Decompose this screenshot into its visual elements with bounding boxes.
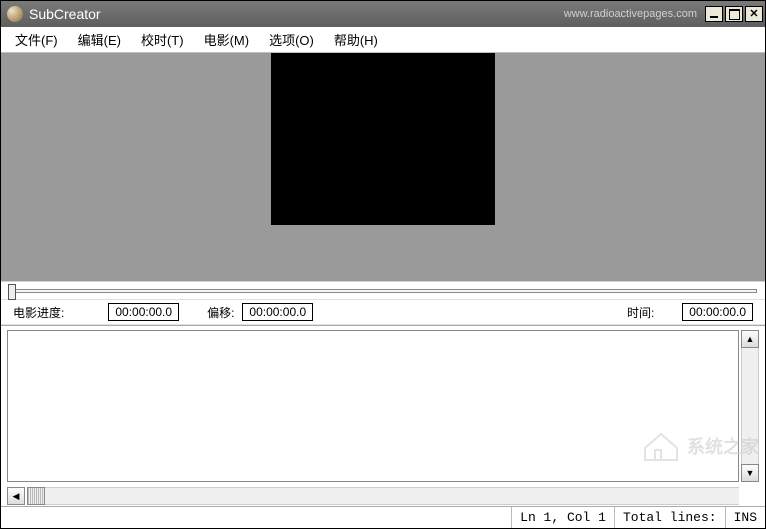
timeline-slider-row — [1, 281, 765, 299]
movie-progress-field[interactable]: 00:00:00.0 — [108, 303, 179, 321]
titlebar-url: www.radioactivepages.com — [564, 8, 697, 20]
statusbar: Ln 1, Col 1 Total lines: INS — [1, 506, 765, 528]
titlebar: SubCreator www.radioactivepages.com — [1, 1, 765, 27]
info-row: 电影进度: 00:00:00.0 偏移: 00:00:00.0 时间: 00:0… — [1, 299, 765, 325]
app-window: SubCreator www.radioactivepages.com 文件(F… — [0, 0, 766, 529]
app-title: SubCreator — [29, 6, 101, 22]
scroll-up-icon[interactable]: ▲ — [741, 330, 759, 348]
scroll-down-icon[interactable]: ▼ — [741, 464, 759, 482]
hscroll-track[interactable] — [45, 487, 739, 505]
menu-options[interactable]: 选项(O) — [259, 26, 324, 53]
video-frame — [271, 53, 495, 225]
app-icon — [7, 6, 23, 22]
movie-progress-label: 电影进度: — [13, 304, 64, 321]
offset-field[interactable]: 00:00:00.0 — [242, 303, 313, 321]
offset-label: 偏移: — [207, 304, 234, 321]
status-ln-col: Ln 1, Col 1 — [511, 507, 614, 528]
menu-help[interactable]: 帮助(H) — [324, 26, 388, 53]
close-button[interactable] — [745, 6, 763, 22]
timeline-thumb[interactable] — [8, 284, 16, 300]
menu-movie[interactable]: 电影(M) — [194, 26, 260, 53]
subtitle-textarea[interactable] — [7, 330, 739, 482]
vertical-scrollbar[interactable]: ▲ ▼ — [741, 330, 759, 482]
scroll-corner — [741, 487, 759, 505]
status-ins: INS — [725, 507, 765, 528]
menubar: 文件(F) 编辑(E) 校时(T) 电影(M) 选项(O) 帮助(H) — [1, 27, 765, 53]
menu-timing[interactable]: 校时(T) — [131, 26, 194, 53]
minimize-button[interactable] — [705, 6, 723, 22]
hscroll-grip-icon[interactable] — [27, 487, 45, 505]
menu-edit[interactable]: 编辑(E) — [68, 26, 131, 53]
time-label: 时间: — [627, 304, 654, 321]
vscroll-track[interactable] — [741, 348, 759, 464]
menu-file[interactable]: 文件(F) — [5, 26, 68, 53]
subtitle-editor-area: ▲ ▼ 系统之家 — [1, 325, 765, 486]
maximize-button[interactable] — [725, 6, 743, 22]
time-field[interactable]: 00:00:00.0 — [682, 303, 753, 321]
timeline-slider[interactable] — [9, 289, 757, 293]
horizontal-scrollbar-row: ◀ — [1, 486, 765, 506]
status-total-lines: Total lines: — [614, 507, 725, 528]
video-preview-area — [1, 53, 765, 281]
scroll-left-icon[interactable]: ◀ — [7, 487, 25, 505]
